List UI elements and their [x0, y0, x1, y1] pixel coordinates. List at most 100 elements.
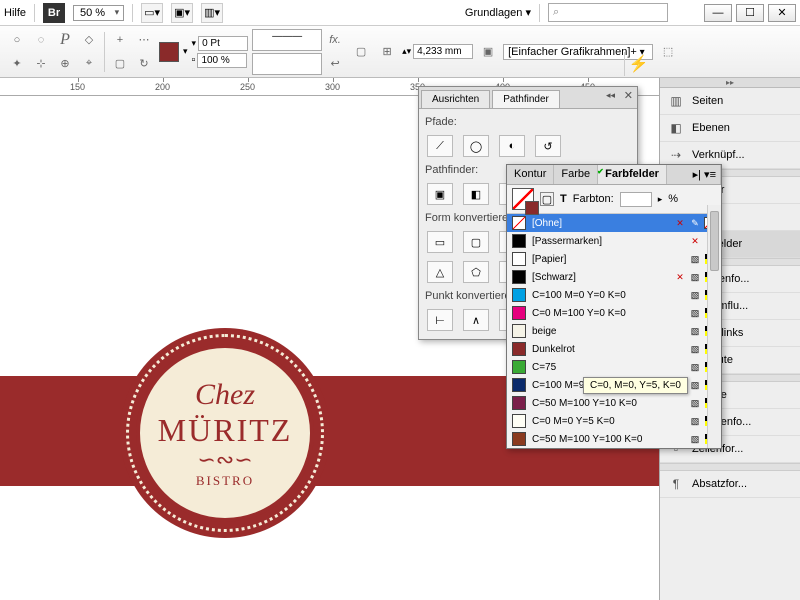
swatch-row[interactable]: [Ohne]✕✎ — [507, 214, 721, 232]
help-menu[interactable]: Hilfe — [4, 7, 26, 19]
join-path-button[interactable]: ⟋ — [427, 135, 453, 157]
diamond-icon[interactable]: ◇ — [78, 29, 100, 51]
zoom-dropdown[interactable]: 50 % — [73, 5, 124, 21]
swatch-row[interactable]: Dunkelrot▧ — [507, 340, 721, 358]
swatch-chip — [512, 234, 526, 248]
add-shape-button[interactable]: ▣ — [427, 183, 453, 205]
frame-fit-icon[interactable]: ▣ — [477, 41, 499, 63]
tint-input[interactable] — [620, 192, 652, 207]
swatch-chip — [512, 378, 526, 392]
fill-swatch[interactable] — [159, 42, 179, 62]
collapse-panels-button[interactable]: ▸▸ — [660, 78, 800, 88]
swatch-chip — [512, 342, 526, 356]
swatch-row[interactable]: C=0 M=0 Y=5 K=0▧ — [507, 412, 721, 430]
grid-icon[interactable]: ⊞ — [376, 41, 398, 63]
chain-icon[interactable]: ⬚ — [657, 41, 679, 63]
panel-menu-icon[interactable]: ▸| ▾≡ — [689, 165, 721, 184]
tab-stroke[interactable]: Kontur — [507, 165, 554, 184]
no-edit-icon: ✕ — [674, 271, 686, 283]
text-toggle-icon[interactable]: T — [560, 193, 567, 205]
container-toggle-icon[interactable]: ▢ — [540, 192, 554, 206]
swatch-row[interactable]: C=0 M=100 Y=0 K=0▧ — [507, 304, 721, 322]
swatch-chip — [512, 252, 526, 266]
open-path-button[interactable]: ◯ — [463, 135, 489, 157]
corner-point-button[interactable]: ∧ — [463, 309, 489, 331]
close-path-button[interactable]: ◐ — [499, 135, 525, 157]
convert-triangle-button[interactable]: △ — [427, 261, 453, 283]
search-input[interactable]: ⌕ — [548, 3, 668, 22]
quick-apply-icon[interactable]: ⚡ — [624, 52, 652, 76]
wrap-icon[interactable]: ↩ — [324, 53, 346, 75]
scissors-icon[interactable]: ⊕ — [54, 53, 76, 75]
badge-logo[interactable]: Chez MÜRITZ ∽∾∽ BISTRO — [120, 328, 330, 538]
workspace-dropdown[interactable]: Grundlagen ▾ — [465, 6, 531, 19]
arrange-button[interactable]: ▥▾ — [201, 3, 223, 23]
dimension-input[interactable] — [413, 44, 473, 59]
scrollbar[interactable] — [707, 205, 721, 448]
swatch-row[interactable]: beige ▧ — [507, 322, 721, 340]
close-button[interactable]: ✕ — [768, 4, 796, 22]
convert-icon[interactable]: ⌖ — [78, 53, 100, 75]
swatch-row[interactable]: [Schwarz] ✕▧ — [507, 268, 721, 286]
view-mode-button[interactable]: ▭▾ — [141, 3, 163, 23]
swatch-row[interactable]: C=100 M=0 Y=0 K=0▧ — [507, 286, 721, 304]
plus-icon[interactable]: + — [109, 29, 131, 51]
panel-item-seiten[interactable]: ▥Seiten — [660, 88, 800, 115]
circle-tool-icon[interactable]: ○ — [6, 29, 28, 51]
tint-unit: % — [668, 193, 678, 205]
panel-item-absatzfor[interactable]: ¶Absatzfor... — [660, 471, 800, 498]
subtract-shape-button[interactable]: ◧ — [463, 183, 489, 205]
no-edit-icon: ✕ — [674, 217, 686, 229]
swatches-panel[interactable]: Kontur Farbe Farbfelder ▸| ▾≡ ▢ T Farbto… — [506, 164, 722, 449]
anchor-icon[interactable]: ⊹ — [30, 53, 52, 75]
tab-pathfinder[interactable]: Pathfinder — [492, 90, 560, 108]
convert-roundrect-button[interactable]: ▢ — [463, 231, 489, 253]
swatch-row[interactable]: C=50 M=100 Y=100 K=0▧ — [507, 430, 721, 448]
opacity-input[interactable] — [197, 53, 247, 68]
panel-item-ebenen[interactable]: ◧Ebenen — [660, 115, 800, 142]
color-mode-icon: ▧ — [689, 397, 701, 409]
corner-icon[interactable]: ▢ — [350, 41, 372, 63]
type-on-path-icon[interactable]: P — [54, 29, 76, 51]
tab-swatches[interactable]: Farbfelder — [598, 165, 667, 184]
tint-label: Farbton: — [573, 193, 614, 205]
stroke-style-dropdown[interactable]: ——— — [252, 29, 322, 51]
color-mode-icon: ▧ — [689, 325, 701, 337]
swatch-row[interactable]: [Passermarken]✕⊕ — [507, 232, 721, 250]
screen-mode-button[interactable]: ▣▾ — [171, 3, 193, 23]
bridge-button[interactable]: Br — [43, 3, 65, 23]
more-icon[interactable]: ⋯ — [133, 29, 155, 51]
swatch-chip — [512, 270, 526, 284]
swatch-chip — [512, 216, 526, 230]
swatch-name: C=50 M=100 Y=10 K=0 — [532, 398, 683, 409]
rotate-icon[interactable]: ↻ — [133, 53, 155, 75]
tab-align[interactable]: Ausrichten — [421, 90, 490, 108]
panel-close-icon[interactable]: ✕ — [624, 89, 633, 102]
tab-color[interactable]: Farbe — [554, 165, 598, 184]
node-icon[interactable]: ✦ — [6, 53, 28, 75]
panel-collapse-icon[interactable]: ◂◂ — [606, 90, 615, 101]
plain-point-button[interactable]: ⊢ — [427, 309, 453, 331]
convert-polygon-button[interactable]: ⬠ — [463, 261, 489, 283]
maximize-button[interactable]: ☐ — [736, 4, 764, 22]
stroke-weight-input[interactable] — [198, 36, 248, 51]
color-mode-icon: ▧ — [689, 271, 701, 283]
dotted-circle-icon[interactable]: ◌ — [30, 29, 52, 51]
stroke-chip[interactable] — [525, 201, 539, 215]
swatch-row[interactable]: C=50 M=100 Y=10 K=0 ▧ — [507, 394, 721, 412]
box-icon[interactable]: ▢ — [109, 53, 131, 75]
swatch-row[interactable]: [Papier]▧ — [507, 250, 721, 268]
reverse-path-button[interactable]: ↺ — [535, 135, 561, 157]
convert-rect-button[interactable]: ▭ — [427, 231, 453, 253]
minimize-button[interactable]: — — [704, 4, 732, 22]
stroke-end-dropdown[interactable] — [252, 53, 322, 75]
swatch-chip — [512, 324, 526, 338]
fx-button[interactable]: fx. — [324, 29, 346, 51]
swatch-name: [Schwarz] — [532, 272, 668, 283]
color-mode-icon: ▧ — [689, 253, 701, 265]
chevron-down-icon[interactable]: ▾ — [183, 46, 188, 57]
swatch-name: beige — [532, 326, 683, 337]
swatch-chip — [512, 288, 526, 302]
no-edit-icon: ✕ — [689, 235, 701, 247]
swatch-row[interactable]: C=75▧ — [507, 358, 721, 376]
